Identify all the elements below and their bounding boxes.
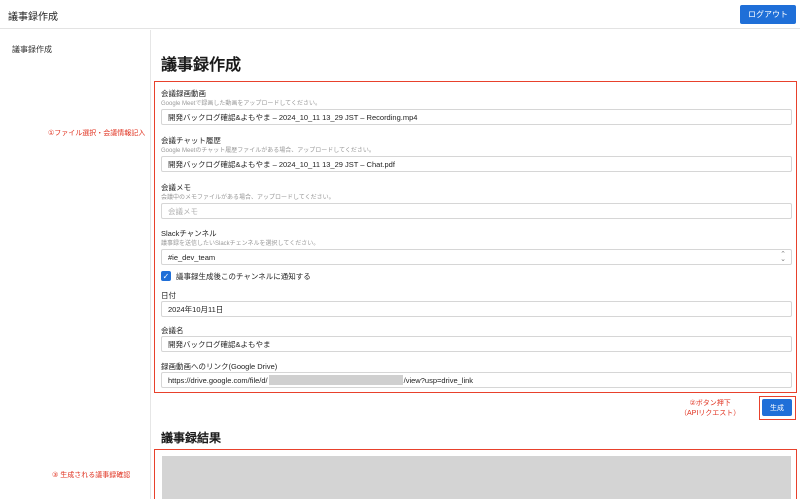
top-bar: 議事録作成 ログアウト [0,0,800,29]
slack-channel-value: #ie_dev_team [168,252,216,262]
memo-help: 会議中のメモファイルがある場合、アップロードしてください。 [161,195,335,201]
sidebar-item-minutes[interactable]: 議事録作成 [12,44,52,55]
sidebar: 議事録作成 [0,30,151,499]
logout-button[interactable]: ログアウト [740,5,796,24]
notify-label: 議事録生成後このチャンネルに通知する [176,272,311,281]
drive-link-prefix: https://drive.google.com/file/d/ [168,375,268,385]
notify-checkbox[interactable]: ✓ [161,271,171,281]
slack-channel-select[interactable]: #ie_dev_team ⌃ ⌄ [161,249,792,265]
generate-button-highlight: 生成 [759,396,796,420]
meeting-name-label: 会議名 [161,326,184,335]
chat-help: Google Meetのチャット履歴ファイルがある場合、アップロードしてください… [161,148,375,154]
slack-help: 議事録を送信したいSlackチェンネルを選択してください。 [161,241,320,247]
checkmark-icon: ✓ [162,271,170,281]
result-title: 議事録結果 [161,431,222,445]
select-arrows-icon: ⌃ ⌄ [780,251,786,263]
video-file-input[interactable]: 開発バックログ確認&よもやま – 2024_10_11 13_29 JST – … [161,109,792,125]
annotation-step2-line2: （APIリクエスト） [680,410,741,417]
date-label: 日付 [161,291,176,300]
memo-file-input[interactable]: 会議メモ [161,203,792,219]
result-content [162,456,791,499]
annotation-step2-line1: ②ボタン押下 [689,400,731,407]
annotation-step3: ③ 生成される議事録確認 [52,472,131,479]
page-title: 議事録作成 [161,57,242,74]
video-help: Google Meetで録画した動画をアップロードしてください。 [161,101,321,107]
date-input[interactable]: 2024年10月11日 [161,301,792,317]
meeting-name-input[interactable]: 開発バックログ確認&よもやま [161,336,792,352]
drive-link-suffix: /view?usp=drive_link [403,375,474,385]
result-box [154,449,797,499]
generate-button[interactable]: 生成 [762,399,792,416]
drive-link-input[interactable]: https://drive.google.com/file/d/ /view?u… [161,372,792,388]
annotation-step2: ②ボタン押下 （APIリクエスト） [680,399,740,419]
redacted-block [268,375,403,385]
app-title: 議事録作成 [8,12,58,23]
annotation-step1: ①ファイル選択・会議情報記入 [48,130,146,137]
drive-link-label: 録画動画へのリンク(Google Drive) [161,362,278,371]
chat-file-input[interactable]: 開発バックログ確認&よもやま – 2024_10_11 13_29 JST – … [161,156,792,172]
minutes-form: 会議録画動画 Google Meetで録画した動画をアップロードしてください。 … [154,81,797,393]
